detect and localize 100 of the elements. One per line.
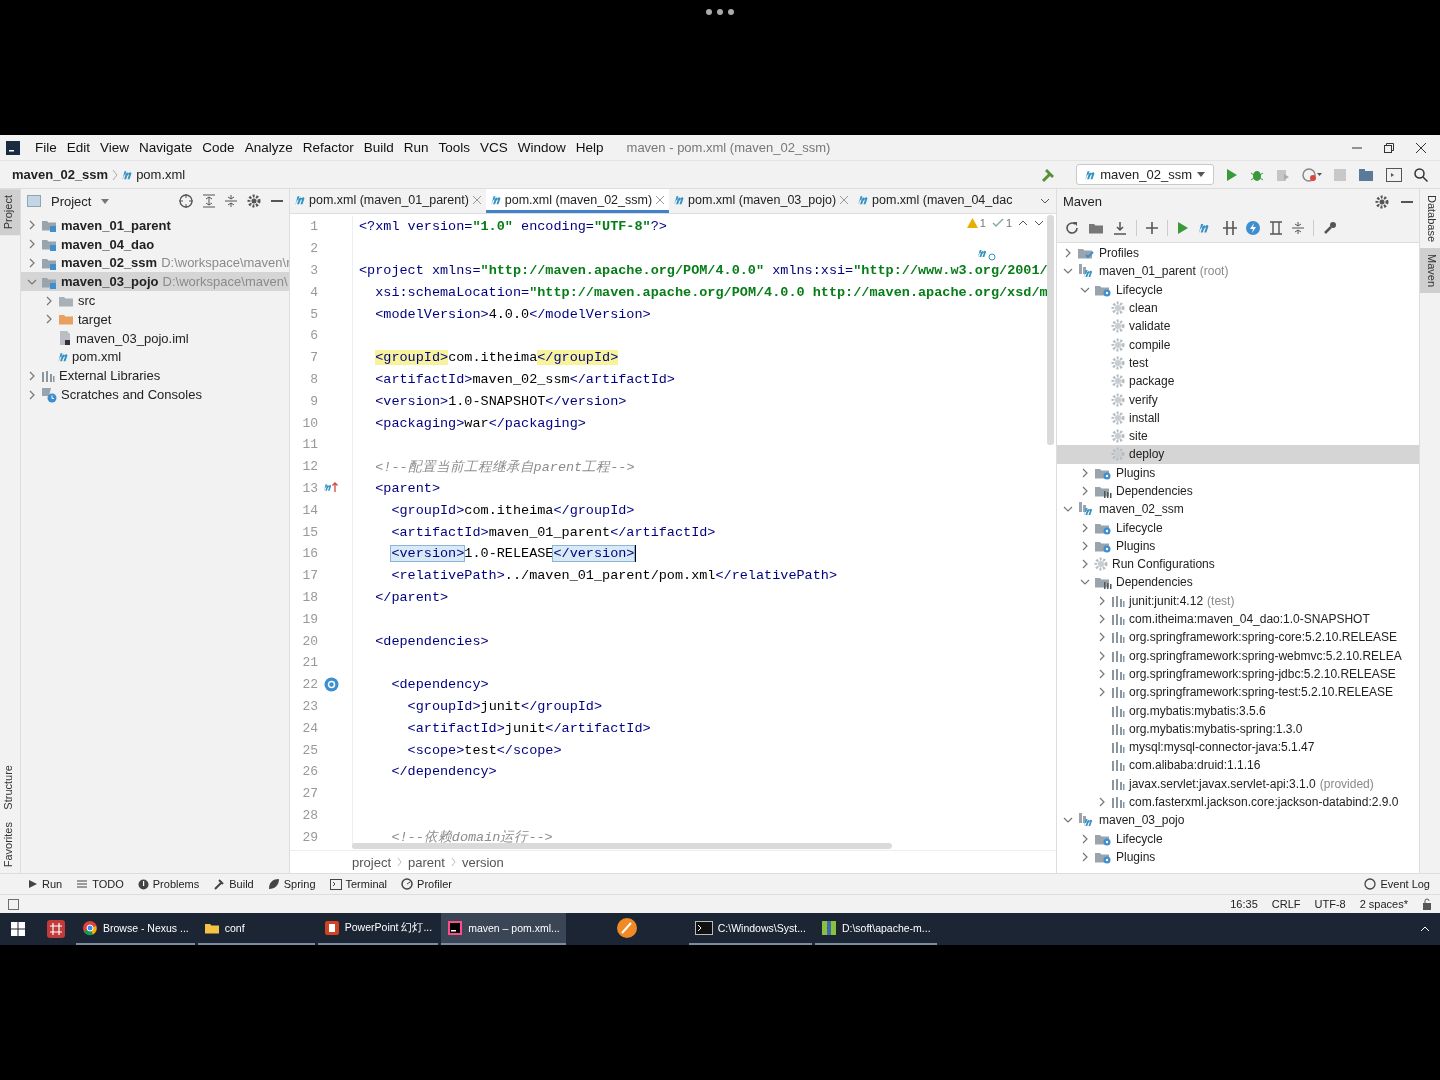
download-icon[interactable] [1113,221,1127,235]
arrow-up-icon[interactable] [1018,220,1028,226]
tree-item[interactable]: compile [1057,335,1419,354]
app-icon[interactable] [47,920,65,938]
tree-item[interactable]: deploy [1057,445,1419,464]
taskbar-item[interactable]: C:\Windows\Syst... [688,913,812,945]
tree-item[interactable]: maven_03_pojo [1057,811,1419,830]
tree-item[interactable]: Lifecycle [1057,280,1419,299]
tree-item[interactable]: org.springframework:spring-core:5.2.10.RELEASE [1057,628,1419,647]
tree-item[interactable]: Plugins [1057,536,1419,556]
tree-item[interactable]: install [1057,408,1419,427]
tool-window-tab[interactable]: Maven [1420,248,1440,294]
wrench-icon[interactable] [1323,221,1337,235]
tree-item[interactable]: pom.xml [21,347,289,367]
chevron-right-icon[interactable] [1097,614,1107,625]
warning-count[interactable]: 1 [979,217,986,229]
chevron-right-icon[interactable] [44,314,54,325]
tree-item[interactable]: Lifecycle [1057,518,1419,537]
tree-item[interactable]: maven_03_pojo D:\workspace\maven\ [21,272,289,292]
tree-item[interactable]: clean [1057,298,1419,318]
menu-item[interactable]: Tools [433,140,475,155]
toggle-offline-icon[interactable] [1223,221,1237,235]
chevron-right-icon[interactable] [1097,687,1107,698]
chevron-right-icon[interactable] [1063,248,1073,259]
tree-item[interactable]: mysql:mysql-connector-java:5.1.47 [1057,738,1419,757]
close-icon[interactable] [1416,142,1426,153]
window-icon[interactable] [1386,167,1402,182]
expand-all-icon[interactable] [203,194,215,208]
menu-item[interactable]: Refactor [297,140,359,155]
tool-window-tab[interactable]: Favorites [0,815,20,873]
chevron-right-icon[interactable] [44,295,54,306]
add-icon[interactable] [1146,222,1158,234]
status-item[interactable]: CRLF [1271,898,1301,910]
search-icon[interactable] [1414,167,1428,182]
chevron-up-icon[interactable] [1420,926,1430,932]
menu-item[interactable]: File [30,140,62,155]
tree-item[interactable]: maven_01_parent [21,216,289,235]
taskbar-item[interactable]: PowerPoint 幻灯... [317,913,439,945]
settings-icon[interactable] [247,194,261,208]
menu-item[interactable]: Analyze [239,140,298,155]
tool-window-button[interactable]: TODO [92,878,124,890]
hammer-icon[interactable] [1040,166,1057,183]
chevron-right-icon[interactable] [1080,559,1090,570]
chevron-right-icon[interactable] [1097,650,1107,661]
tree-item[interactable]: test [1057,353,1419,373]
chevron-right-icon[interactable] [1080,486,1090,496]
tree-item[interactable]: com.alibaba:druid:1.1.16 [1057,756,1419,775]
chevron-right-icon[interactable] [1097,595,1107,606]
show-dependencies-icon[interactable] [1269,221,1283,235]
tree-item[interactable]: org.springframework:spring-jdbc:5.2.10.RELEASE [1057,664,1419,684]
menu-item[interactable]: Navigate [134,140,198,155]
taskbar-item[interactable]: Browse - Nexus ... [76,913,195,945]
menu-item[interactable]: Help [570,140,609,155]
editor-tab[interactable]: pom.xml (maven_04_dac [853,189,1018,213]
tree-item[interactable]: maven_02_ssm [1057,500,1419,519]
scrollbar[interactable] [352,843,892,849]
project-structure-icon[interactable] [1358,167,1374,182]
lock-icon[interactable] [1422,898,1432,910]
minimize-icon[interactable] [1401,200,1413,203]
chevron-right-icon[interactable] [27,258,37,268]
tree-item[interactable]: Plugins [1057,847,1419,867]
chevron-right-icon[interactable] [1097,632,1107,643]
tree-item[interactable]: maven_03_pojo.iml [21,328,289,348]
collapse-all-icon[interactable] [225,194,237,208]
chevron-right-icon[interactable] [1080,540,1090,551]
tree-item[interactable]: Run Configurations [1057,555,1419,574]
windows-start-icon[interactable] [11,922,25,936]
menu-item[interactable]: Window [512,140,571,155]
run-icon[interactable] [1177,221,1189,235]
restore-icon[interactable] [1384,142,1394,153]
tool-window-tab[interactable]: Project [0,189,20,236]
tool-window-button[interactable]: Terminal [345,878,388,890]
collapse-all-icon[interactable] [1292,221,1304,235]
tree-item[interactable]: org.springframework:spring-webmvc:5.2.10.RELEA [1057,646,1419,665]
tree-item[interactable]: validate [1057,317,1419,336]
panel-title[interactable]: Project [51,193,92,209]
arrow-down-icon[interactable] [1034,220,1044,226]
menu-item[interactable]: View [95,140,135,155]
tree-item[interactable]: Dependencies [1057,481,1419,501]
run-icon[interactable] [1226,167,1238,182]
status-item[interactable]: 16:35 [1230,898,1258,910]
tree-item[interactable]: org.mybatis:mybatis-spring:1.3.0 [1057,719,1419,738]
tree-item[interactable]: org.springframework:spring-test:5.2.10.RELEASE [1057,683,1419,702]
menu-item[interactable]: VCS [475,140,513,155]
chevron-right-icon[interactable] [27,389,37,400]
chevron-right-icon[interactable] [1097,797,1107,808]
tree-item[interactable]: verify [1057,390,1419,409]
skip-tests-icon[interactable] [1246,221,1260,235]
chevron-down-icon[interactable] [1040,198,1050,204]
override-marker-icon[interactable] [324,482,338,495]
tree-item[interactable]: com.fasterxml.jackson.core:jackson-databind:2.9.0 [1057,792,1419,812]
tree-item[interactable]: junit:junit:4.12 (test) [1057,591,1419,610]
breadcrumb-item[interactable]: maven_02_ssm [12,167,109,182]
menu-item[interactable]: Edit [61,140,96,155]
tool-window-button[interactable]: Event Log [1380,878,1430,890]
taskbar-item[interactable]: D:\soft\apache-m... [814,913,937,945]
chevron-right-icon[interactable] [27,239,37,250]
tree-item[interactable]: maven_01_parent (root) [1057,262,1419,281]
tool-window-tab[interactable]: Structure [0,759,20,816]
taskbar-item[interactable]: maven – pom.xml... [441,913,566,945]
